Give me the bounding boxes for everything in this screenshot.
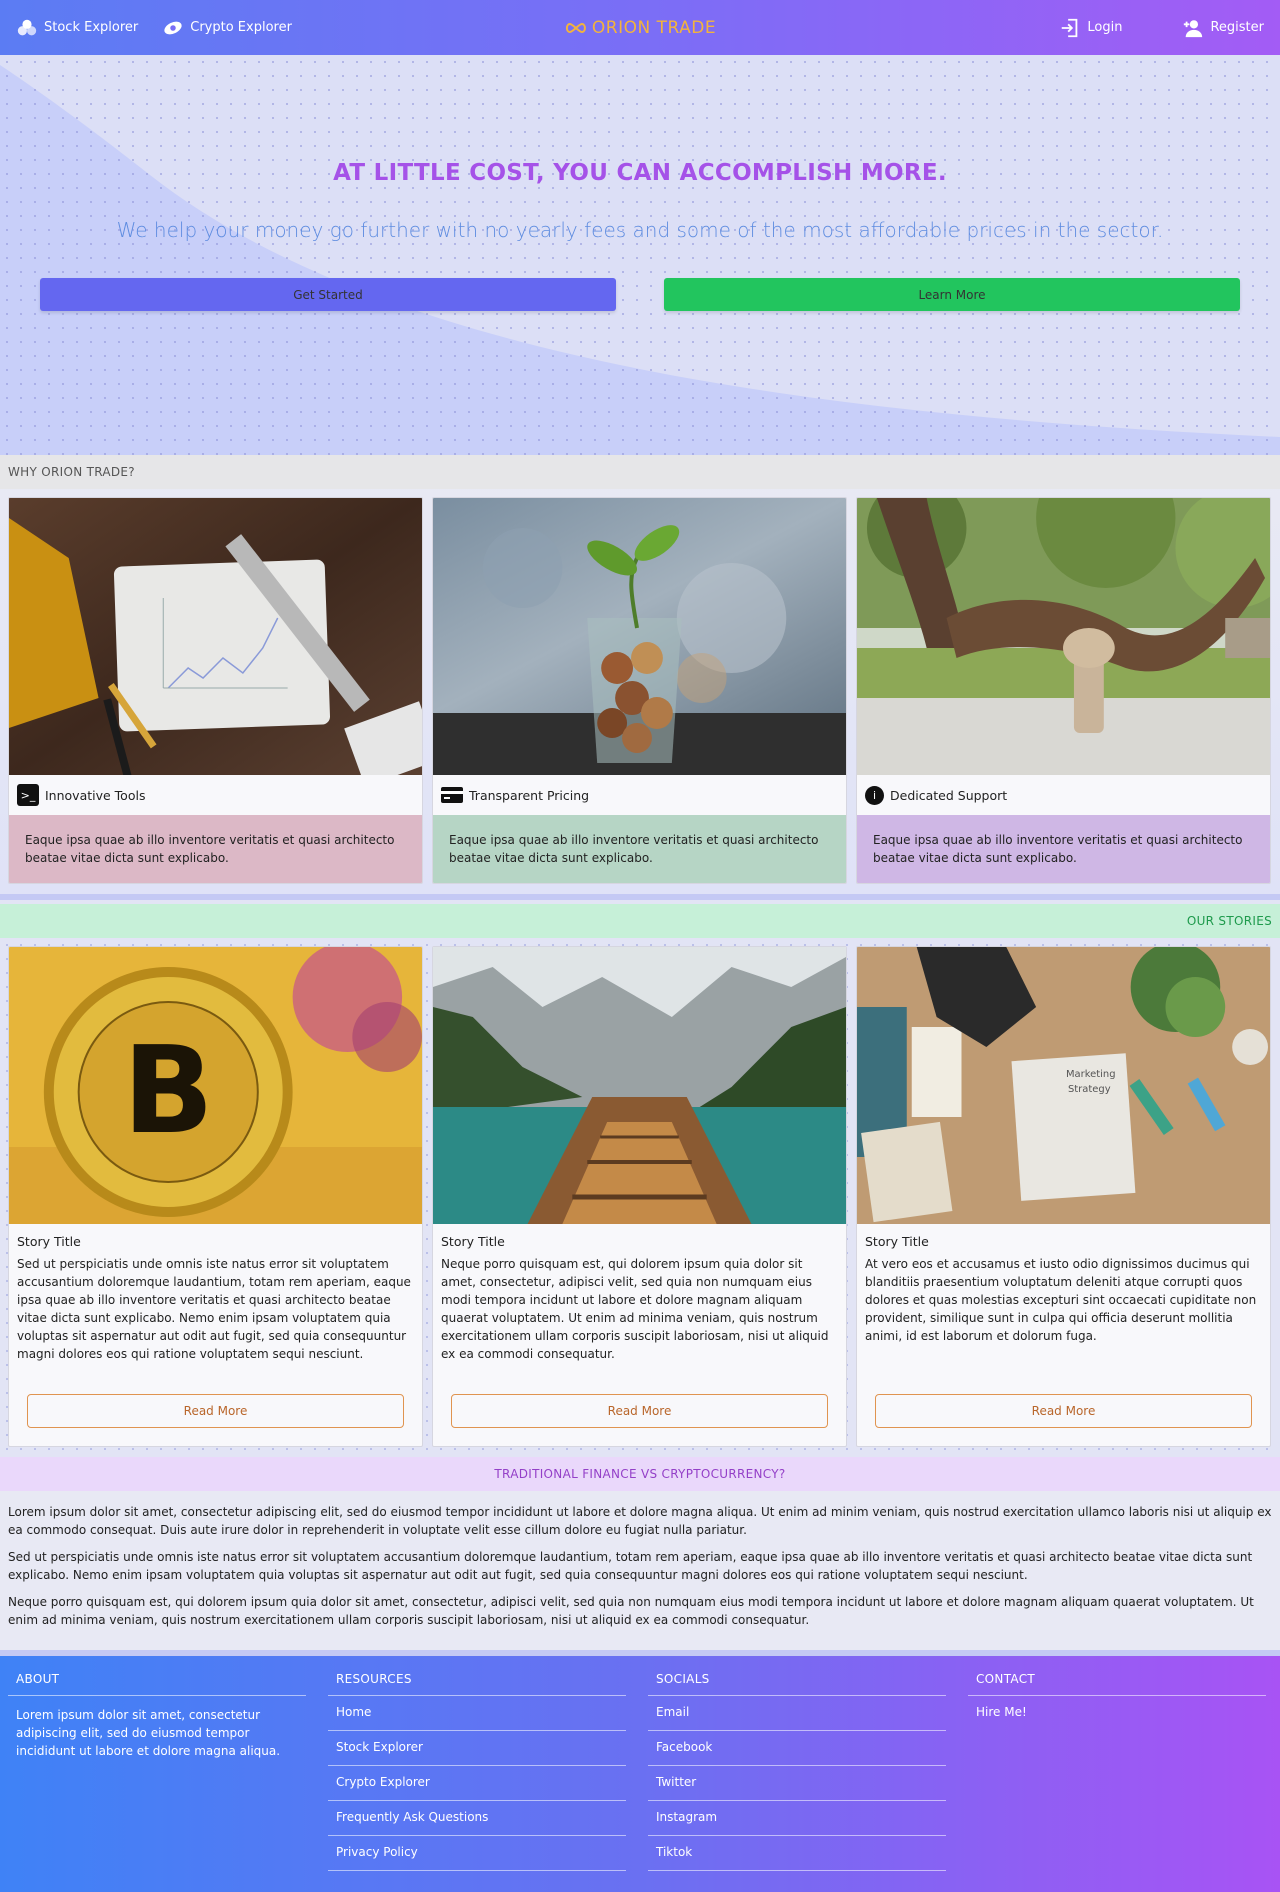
story-card: B Story Title Sed ut perspiciatis unde o… xyxy=(8,946,423,1447)
story-title: Story Title xyxy=(865,1234,929,1249)
footer-heading: CONTACT xyxy=(968,1672,1266,1696)
story-cards: B Story Title Sed ut perspiciatis unde o… xyxy=(0,938,1280,1457)
hero-title: AT LITTLE COST, YOU CAN ACCOMPLISH MORE. xyxy=(333,160,947,186)
story-card: Marketing Strategy Story Title At vero e… xyxy=(856,946,1271,1447)
card-title-row: Transparent Pricing xyxy=(433,775,846,815)
footer-link-instagram[interactable]: Instagram xyxy=(648,1801,946,1836)
chart-desk-image xyxy=(9,498,422,775)
nav-login-label: Login xyxy=(1087,20,1123,35)
stories-heading: OUR STORIES xyxy=(0,904,1280,938)
brand-logo[interactable]: ORION TRADE xyxy=(564,18,716,38)
stories-section: OUR STORIES B Story Title Sed ut perspic… xyxy=(0,900,1280,1457)
finance-paragraph: Neque porro quisquam est, qui dolorem ip… xyxy=(8,1595,1254,1627)
story-text: Neque porro quisquam est, qui dolorem ip… xyxy=(441,1257,829,1361)
footer: ABOUT Lorem ipsum dolor sit amet, consec… xyxy=(0,1656,1280,1892)
footer-link-facebook[interactable]: Facebook xyxy=(648,1731,946,1766)
story-card: Story Title Neque porro quisquam est, qu… xyxy=(432,946,847,1447)
footer-link-privacy[interactable]: Privacy Policy xyxy=(328,1836,626,1871)
footer-link-stock-explorer[interactable]: Stock Explorer xyxy=(328,1731,626,1766)
footer-about: ABOUT Lorem ipsum dolor sit amet, consec… xyxy=(8,1656,306,1892)
coin-plant-image xyxy=(433,498,846,775)
footer-link-crypto-explorer[interactable]: Crypto Explorer xyxy=(328,1766,626,1801)
card-title-row: >_ Innovative Tools xyxy=(9,775,422,815)
card-body: Eaque ipsa quae ab illo inventore verita… xyxy=(857,815,1270,883)
story-title: Story Title xyxy=(441,1234,505,1249)
nav-crypto-explorer[interactable]: Crypto Explorer xyxy=(162,17,292,39)
svg-text:Marketing: Marketing xyxy=(1066,1069,1116,1080)
nav-stock-explorer[interactable]: Stock Explorer xyxy=(16,17,138,39)
story-button-wrap: Read More xyxy=(433,1379,846,1446)
finance-heading: TRADITIONAL FINANCE VS CRYPTOCURRENCY? xyxy=(0,1457,1280,1491)
terminal-icon: >_ xyxy=(17,784,39,806)
svg-text:B: B xyxy=(123,1022,214,1161)
footer-link-twitter[interactable]: Twitter xyxy=(648,1766,946,1801)
finance-paragraph: Sed ut perspiciatis unde omnis iste natu… xyxy=(8,1550,1253,1582)
card-title: Innovative Tools xyxy=(45,787,146,803)
card-body: Eaque ipsa quae ab illo inventore verita… xyxy=(9,815,422,883)
tree-hand-image xyxy=(857,498,1270,775)
feature-card: i Dedicated Support Eaque ipsa quae ab i… xyxy=(856,497,1271,884)
nav-register[interactable]: Register xyxy=(1182,17,1264,39)
finance-section: TRADITIONAL FINANCE VS CRYPTOCURRENCY? L… xyxy=(0,1457,1280,1656)
card-title: Transparent Pricing xyxy=(469,787,590,803)
story-button-wrap: Read More xyxy=(9,1379,422,1446)
footer-socials: SOCIALS Email Facebook Twitter Instagram… xyxy=(648,1656,946,1892)
why-heading: WHY ORION TRADE? xyxy=(0,455,1280,489)
nav-stock-label: Stock Explorer xyxy=(44,20,139,35)
brand-name: ORION TRADE xyxy=(591,17,717,38)
finance-text: Lorem ipsum dolor sit amet, consectetur … xyxy=(0,1491,1280,1656)
credit-card-icon xyxy=(441,784,463,806)
add-user-icon xyxy=(1184,19,1203,37)
read-more-button[interactable]: Read More xyxy=(27,1394,404,1428)
story-text: Sed ut perspiciatis unde omnis iste natu… xyxy=(17,1257,411,1361)
footer-heading: SOCIALS xyxy=(648,1672,946,1696)
story-title: Story Title xyxy=(17,1234,81,1249)
nav-crypto-label: Crypto Explorer xyxy=(190,20,292,35)
finance-paragraph: Lorem ipsum dolor sit amet, consectetur … xyxy=(8,1505,1272,1537)
story-button-wrap: Read More xyxy=(857,1379,1270,1446)
nav-login[interactable]: Login xyxy=(1059,17,1122,39)
bitcoin-image: B xyxy=(9,947,422,1224)
why-cards: >_ Innovative Tools Eaque ipsa quae ab i… xyxy=(0,489,1280,894)
footer-heading: ABOUT xyxy=(8,1672,306,1696)
stock-explorer-icon xyxy=(17,19,37,35)
story-text: At vero eos et accusamus et iusto odio d… xyxy=(865,1257,1257,1343)
learn-more-button[interactable]: Learn More xyxy=(664,278,1240,311)
footer-about-text: Lorem ipsum dolor sit amet, consectetur … xyxy=(16,1708,281,1758)
hero-subtitle: We help your money go further with no ye… xyxy=(116,218,1164,242)
crypto-explorer-icon xyxy=(164,21,182,34)
top-navbar: Stock Explorer Crypto Explorer ORION TRA… xyxy=(0,0,1280,55)
nav-right: Login Register xyxy=(1059,17,1264,39)
lake-boat-image xyxy=(433,947,846,1224)
footer-link-hire-me[interactable]: Hire Me! xyxy=(968,1696,1266,1731)
feature-card: >_ Innovative Tools Eaque ipsa quae ab i… xyxy=(8,497,423,884)
info-icon: i xyxy=(865,785,884,805)
marketing-desk-image: Marketing Strategy xyxy=(857,947,1270,1224)
footer-heading: RESOURCES xyxy=(328,1672,626,1696)
footer-resources: RESOURCES Home Stock Explorer Crypto Exp… xyxy=(328,1656,626,1892)
footer-link-tiktok[interactable]: Tiktok xyxy=(648,1836,946,1871)
svg-text:Strategy: Strategy xyxy=(1068,1084,1111,1095)
hero-content: AT LITTLE COST, YOU CAN ACCOMPLISH MORE.… xyxy=(0,55,1280,311)
read-more-button[interactable]: Read More xyxy=(875,1394,1252,1428)
footer-contact: CONTACT Hire Me! xyxy=(968,1656,1266,1892)
nav-register-label: Register xyxy=(1210,20,1264,35)
why-section: WHY ORION TRADE? >_ Innovative Tools Eaq… xyxy=(0,455,1280,900)
footer-link-email[interactable]: Email xyxy=(648,1696,946,1731)
read-more-button[interactable]: Read More xyxy=(451,1394,828,1428)
feature-card: Transparent Pricing Eaque ipsa quae ab i… xyxy=(432,497,847,884)
card-body: Eaque ipsa quae ab illo inventore verita… xyxy=(433,815,846,883)
card-title-row: i Dedicated Support xyxy=(857,775,1270,815)
hero-buttons: Get Started Learn More xyxy=(0,278,1280,311)
hero-section: AT LITTLE COST, YOU CAN ACCOMPLISH MORE.… xyxy=(0,55,1280,455)
get-started-button[interactable]: Get Started xyxy=(40,278,616,311)
footer-link-faq[interactable]: Frequently Ask Questions xyxy=(328,1801,626,1836)
infinity-icon xyxy=(565,22,586,33)
footer-link-home[interactable]: Home xyxy=(328,1696,626,1731)
card-title: Dedicated Support xyxy=(890,787,1008,803)
nav-left: Stock Explorer Crypto Explorer xyxy=(16,17,292,39)
login-icon xyxy=(1062,18,1078,37)
